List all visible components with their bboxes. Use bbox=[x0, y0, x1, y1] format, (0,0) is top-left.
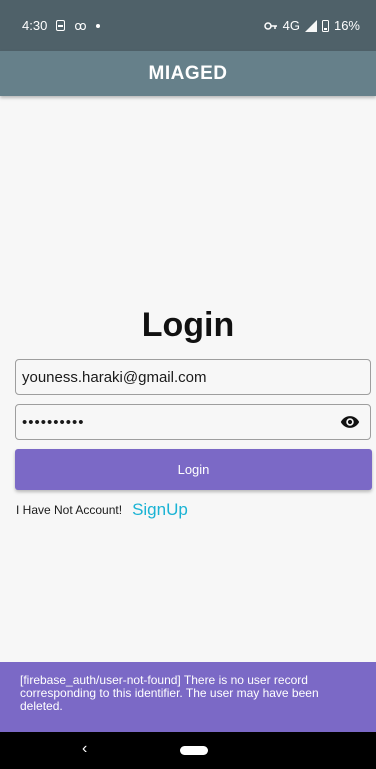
eye-icon[interactable] bbox=[340, 412, 360, 432]
password-input[interactable] bbox=[22, 413, 340, 431]
signal-icon bbox=[304, 19, 317, 32]
battery-percent: 16% bbox=[333, 18, 360, 33]
voicemail-icon: ꝏ bbox=[74, 18, 87, 33]
signup-prompt: I Have Not Account! bbox=[16, 503, 123, 517]
email-field[interactable] bbox=[15, 359, 371, 395]
status-bar: 4:30 ꝏ 4G 16% bbox=[0, 0, 376, 51]
status-time: 4:30 bbox=[22, 18, 48, 33]
login-title: Login bbox=[141, 306, 235, 344]
signup-row: I Have Not Account! SignUp bbox=[16, 500, 188, 520]
password-field[interactable] bbox=[15, 404, 371, 440]
error-snackbar: [firebase_auth/user-not-found] There is … bbox=[0, 662, 376, 732]
system-nav-bar: ‹ bbox=[0, 732, 376, 769]
email-input[interactable] bbox=[22, 368, 364, 386]
status-right: 4G 16% bbox=[263, 18, 360, 33]
home-pill-icon[interactable] bbox=[180, 746, 208, 755]
sim-card-icon bbox=[56, 20, 66, 31]
login-button[interactable]: Login bbox=[15, 449, 372, 490]
snackbar-message: [firebase_auth/user-not-found] There is … bbox=[20, 673, 319, 713]
signup-link[interactable]: SignUp bbox=[132, 500, 188, 520]
notification-dot-icon bbox=[95, 23, 100, 28]
app-bar: MIAGED bbox=[0, 51, 376, 96]
screen: 4:30 ꝏ 4G 16% MIAGED Login youness.harak… bbox=[0, 0, 376, 769]
battery-icon bbox=[321, 19, 329, 32]
app-title: MIAGED bbox=[148, 62, 228, 84]
network-type: 4G bbox=[282, 18, 300, 33]
status-left: 4:30 ꝏ bbox=[22, 18, 100, 33]
back-icon[interactable]: ‹ bbox=[82, 740, 87, 758]
vpn-key-icon bbox=[263, 21, 277, 30]
